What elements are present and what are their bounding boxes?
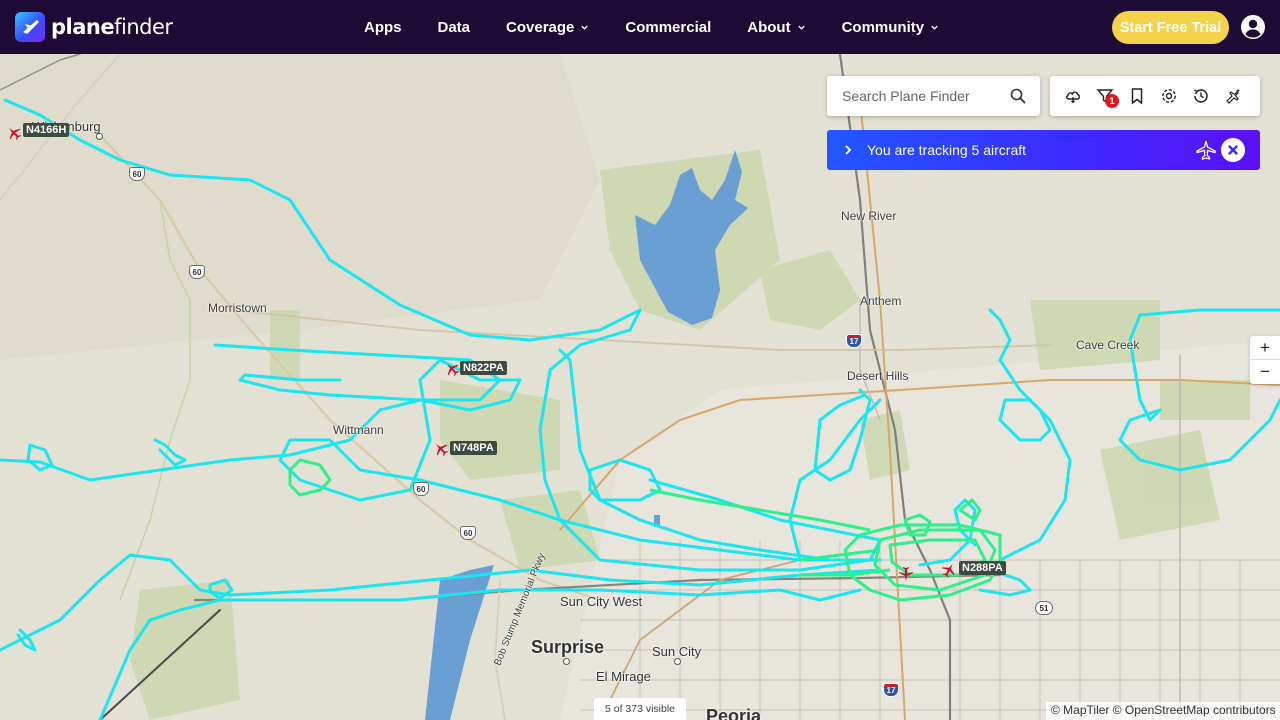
aircraft-icon[interactable] bbox=[444, 361, 460, 377]
nav-data[interactable]: Data bbox=[438, 19, 471, 36]
chevron-down-icon bbox=[581, 25, 589, 30]
zoom-out-button[interactable]: − bbox=[1250, 360, 1280, 384]
nav-about[interactable]: About bbox=[747, 19, 805, 36]
logo-mark-icon bbox=[15, 12, 45, 42]
place-label-surprise: Surprise bbox=[531, 637, 605, 657]
playback-history-icon bbox=[1194, 89, 1208, 103]
chevron-right-icon[interactable] bbox=[843, 143, 853, 157]
place-label-peoria: Peoria bbox=[706, 706, 762, 720]
city-dot bbox=[96, 133, 103, 140]
account-circle-icon[interactable] bbox=[1240, 14, 1266, 40]
aircraft-icon[interactable] bbox=[898, 566, 914, 582]
route51-shield: 51 bbox=[1035, 601, 1053, 615]
main-nav: Apps Data Coverage Commercial About Comm… bbox=[364, 0, 975, 54]
place-label-new-river: New River bbox=[841, 209, 897, 223]
bookmark-button[interactable] bbox=[1128, 87, 1146, 105]
search-icon[interactable] bbox=[1010, 88, 1026, 104]
filter-count-badge: 1 bbox=[1105, 94, 1119, 108]
place-label-sun-city: Sun City bbox=[652, 644, 702, 659]
place-label-sun-city-west: Sun City West bbox=[560, 594, 643, 609]
i17-shield: 17 bbox=[846, 334, 862, 348]
place-label-anthem: Anthem bbox=[860, 294, 902, 308]
aircraft-icon[interactable] bbox=[433, 441, 449, 457]
planefinder-logo[interactable]: planefinder bbox=[15, 12, 173, 42]
chevron-down-icon bbox=[931, 25, 938, 30]
settings-icon bbox=[1162, 89, 1176, 103]
search-input[interactable] bbox=[842, 88, 1002, 104]
place-label-desert-hills: Desert Hills bbox=[847, 369, 909, 383]
aircraft-sparkle-icon bbox=[1226, 88, 1241, 104]
zoom-control: + − bbox=[1250, 336, 1280, 384]
us60-shield: 60 bbox=[413, 482, 429, 496]
us60-shield: 60 bbox=[129, 167, 145, 181]
nav-community[interactable]: Community bbox=[842, 19, 940, 36]
map-toolbar: 1 bbox=[1050, 76, 1260, 116]
place-label-morristown: Morristown bbox=[208, 301, 267, 315]
filter-button[interactable]: 1 bbox=[1096, 87, 1119, 108]
playback-button[interactable] bbox=[1192, 87, 1210, 105]
nav-coverage[interactable]: Coverage bbox=[506, 19, 589, 36]
weather-icon bbox=[1066, 91, 1080, 104]
aircraft-label[interactable]: N822PA bbox=[460, 361, 507, 375]
aircraft-features-button[interactable] bbox=[1224, 87, 1242, 105]
city-dot bbox=[674, 658, 681, 665]
search-box bbox=[827, 76, 1040, 116]
tracking-banner[interactable]: You are tracking 5 aircraft bbox=[827, 130, 1260, 170]
visible-aircraft-count: 5 of 373 visible bbox=[594, 698, 686, 720]
aircraft-label[interactable]: N288PA bbox=[959, 561, 1006, 575]
place-label-cave-creek: Cave Creek bbox=[1076, 338, 1140, 352]
chevron-down-icon bbox=[797, 25, 805, 30]
zoom-in-button[interactable]: + bbox=[1250, 336, 1280, 360]
nav-apps[interactable]: Apps bbox=[364, 19, 402, 36]
aircraft-icon[interactable] bbox=[941, 562, 957, 578]
logo-wordmark: planefinder bbox=[51, 15, 173, 39]
weather-button[interactable] bbox=[1064, 87, 1082, 105]
aircraft-label[interactable]: N748PA bbox=[450, 441, 497, 455]
start-free-trial-button[interactable]: Start Free Trial bbox=[1112, 11, 1229, 44]
us60-shield: 60 bbox=[460, 526, 476, 540]
tracking-text: You are tracking 5 aircraft bbox=[867, 142, 1027, 158]
bookmark-icon bbox=[1131, 88, 1143, 105]
us60-shield: 60 bbox=[189, 265, 205, 279]
close-icon bbox=[1228, 145, 1238, 155]
close-tracking-button[interactable] bbox=[1221, 138, 1245, 162]
plane-outline-icon bbox=[1196, 140, 1216, 160]
place-label-wittmann: Wittmann bbox=[333, 423, 384, 437]
aircraft-icon[interactable] bbox=[6, 125, 22, 141]
aircraft-label[interactable]: N4166H bbox=[23, 123, 70, 137]
settings-button[interactable] bbox=[1160, 87, 1178, 105]
city-dot bbox=[563, 658, 570, 665]
top-navigation-bar: planefinder Apps Data Coverage Commercia… bbox=[0, 0, 1280, 54]
map-attribution[interactable]: © MapTiler © OpenStreetMap contributors bbox=[1046, 702, 1280, 720]
nav-commercial[interactable]: Commercial bbox=[625, 19, 711, 36]
place-label-el-mirage: El Mirage bbox=[596, 669, 651, 684]
i17-shield: 17 bbox=[883, 683, 899, 697]
